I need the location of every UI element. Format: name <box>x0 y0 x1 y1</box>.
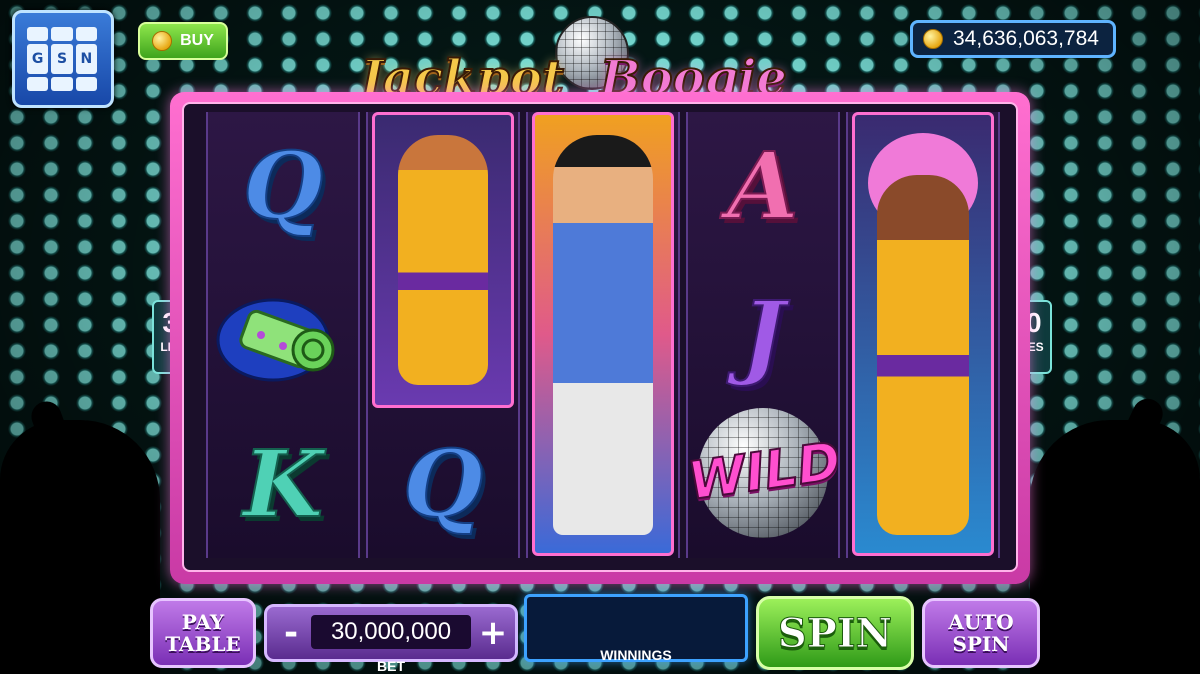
symbol-a: A <box>726 131 799 241</box>
coin-icon <box>152 31 173 51</box>
winnings-display: WINNINGS <box>524 594 748 663</box>
coin-icon <box>923 29 943 49</box>
dancer-woman-icon <box>398 135 488 385</box>
buy-label: BUY <box>180 32 214 49</box>
dancer-man-icon <box>553 135 653 535</box>
spin-button[interactable]: SPIN <box>756 596 914 670</box>
bet-decrease-button[interactable]: - <box>273 613 309 653</box>
spin-label: SPIN <box>777 609 893 657</box>
pay-table-label: PAY TABLE <box>165 610 241 656</box>
symbol-j: J <box>740 280 786 390</box>
gsn-cell <box>51 77 73 91</box>
party-horn-icon <box>208 261 358 409</box>
gsn-cell: G <box>27 44 49 74</box>
gsn-logo-grid: G S N <box>27 27 97 91</box>
reel-frame: Q K Q A J WILD <box>170 92 1030 584</box>
winnings-label: WINNINGS <box>600 647 672 663</box>
auto-spin-button[interactable]: AUTO SPIN <box>922 598 1040 668</box>
bet-control: - 30,000,000 + BET <box>264 604 518 674</box>
symbol-k: K <box>242 429 324 539</box>
gsn-cell <box>27 77 49 91</box>
gsn-cell <box>75 77 97 91</box>
gsn-cell: N <box>75 44 97 74</box>
bet-label: BET <box>377 658 405 674</box>
gsn-logo-button[interactable]: G S N <box>12 10 114 108</box>
dancer-man-symbol <box>532 112 674 556</box>
auto-spin-label: AUTO SPIN <box>948 610 1014 656</box>
pay-table-button[interactable]: PAY TABLE <box>150 598 256 668</box>
dancer-woman-pink-hair-symbol <box>852 112 994 556</box>
reel-2: Q <box>366 112 520 558</box>
gsn-cell <box>75 27 97 41</box>
balance-value: 34,636,063,784 <box>953 27 1099 50</box>
gsn-cell <box>27 27 49 41</box>
coin-balance[interactable]: 34,636,063,784 <box>910 20 1116 58</box>
reel-4: A J WILD <box>686 112 840 558</box>
reel-3 <box>526 112 680 558</box>
symbol-q: Q <box>402 429 484 539</box>
dancer-woman-symbol <box>372 112 514 408</box>
buy-button[interactable]: BUY <box>138 22 228 60</box>
gsn-cell: S <box>51 44 73 74</box>
crowd-silhouette-left <box>0 420 160 674</box>
reel-1: Q K <box>206 112 360 558</box>
bet-value: 30,000,000 <box>311 615 471 649</box>
reel-5 <box>846 112 1000 558</box>
gsn-cell <box>51 27 73 41</box>
bet-increase-button[interactable]: + <box>475 613 511 653</box>
dancer-woman-icon <box>877 175 969 535</box>
reels-grid: Q K Q A J WILD <box>206 112 1000 558</box>
symbol-q: Q <box>242 131 324 241</box>
